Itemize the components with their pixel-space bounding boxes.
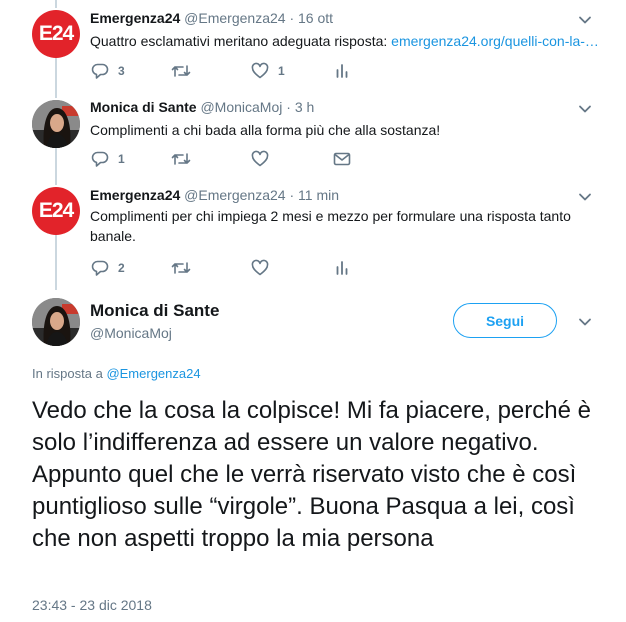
- tweet-text: Complimenti per chi impiega 2 mesi e mez…: [90, 208, 571, 244]
- author-name[interactable]: Emergenza24: [90, 10, 180, 26]
- heart-icon: [251, 62, 269, 79]
- chevron-down-icon[interactable]: [578, 13, 592, 27]
- tweet-text: Complimenti a chi bada alla forma più ch…: [90, 122, 441, 138]
- retweet-icon: [171, 65, 191, 77]
- reply-icon: [91, 151, 109, 167]
- heart-icon: [251, 259, 269, 276]
- avatar-logo-text: E24: [38, 22, 74, 45]
- tweet-header: Monica di Sante @MonicaMoj · 3 h: [90, 99, 314, 115]
- reply-count: 1: [118, 152, 125, 166]
- tweet-link[interactable]: emergenza24.org/quelli-con-la-…: [391, 33, 599, 49]
- author-handle[interactable]: @Emergenza24: [184, 10, 285, 26]
- chevron-down-icon[interactable]: [578, 315, 592, 329]
- reply-handle-link[interactable]: @Emergenza24: [106, 366, 200, 381]
- main-author-handle[interactable]: @MonicaMoj: [90, 325, 172, 341]
- tweet-text-body: Quattro esclamativi meritano adeguata ri…: [90, 33, 392, 49]
- tweet-time[interactable]: 3 h: [295, 99, 314, 115]
- message-button[interactable]: [332, 149, 352, 169]
- like-button[interactable]: [250, 258, 270, 278]
- tweet[interactable]: E24 Emergenza24 @Emergenza24 · 16 ott Qu…: [0, 0, 626, 90]
- follow-button[interactable]: Segui: [453, 303, 557, 338]
- author-handle[interactable]: @Emergenza24: [184, 187, 285, 203]
- retweet-icon: [171, 153, 191, 165]
- reply-icon: [91, 260, 109, 276]
- reply-icon: [91, 63, 109, 79]
- analytics-icon: [336, 64, 348, 78]
- analytics-button[interactable]: [332, 61, 352, 81]
- like-button[interactable]: [250, 149, 270, 169]
- retweet-button[interactable]: [170, 258, 192, 278]
- main-author-name[interactable]: Monica di Sante: [90, 301, 219, 321]
- reply-button[interactable]: 3: [90, 61, 125, 81]
- analytics-button[interactable]: [332, 258, 352, 278]
- chevron-down-icon[interactable]: [578, 102, 592, 116]
- profile-photo: [32, 298, 80, 346]
- tweet-header: Emergenza24 @Emergenza24 · 16 ott: [90, 10, 333, 26]
- message-icon: [333, 152, 351, 166]
- avatar-logo-text: E24: [38, 199, 74, 222]
- separator-dot: ·: [286, 99, 291, 115]
- avatar[interactable]: [32, 100, 80, 148]
- author-name[interactable]: Emergenza24: [90, 187, 180, 203]
- separator-dot: ·: [289, 10, 295, 26]
- tweet-text: Quattro esclamativi meritano adeguata ri…: [90, 31, 610, 51]
- profile-photo: [32, 100, 80, 148]
- reply-button[interactable]: 2: [90, 258, 125, 278]
- retweet-button[interactable]: [170, 61, 192, 81]
- reply-context: In risposta a @Emergenza24: [32, 366, 201, 381]
- tweet-timestamp[interactable]: 23:43 - 23 dic 2018: [32, 597, 152, 613]
- reply-prefix: In risposta a: [32, 366, 107, 381]
- reply-button[interactable]: 1: [90, 149, 125, 169]
- analytics-icon: [336, 261, 348, 275]
- retweet-icon: [171, 262, 191, 274]
- tweet[interactable]: E24 Emergenza24 @Emergenza24 · 11 min Co…: [0, 180, 626, 290]
- reply-count: 3: [118, 64, 125, 78]
- tweet-header: Emergenza24 @Emergenza24 · 11 min: [90, 187, 339, 203]
- retweet-button[interactable]: [170, 149, 192, 169]
- separator-dot: ·: [289, 187, 295, 203]
- author-handle[interactable]: @MonicaMoj: [200, 99, 282, 115]
- chevron-down-icon[interactable]: [578, 190, 592, 204]
- avatar[interactable]: E24: [32, 10, 80, 58]
- heart-icon: [251, 150, 269, 167]
- tweet-time[interactable]: 11 min: [298, 187, 339, 203]
- avatar[interactable]: E24: [32, 187, 80, 235]
- like-button[interactable]: 1: [250, 61, 285, 81]
- author-name[interactable]: Monica di Sante: [90, 99, 197, 115]
- tweet[interactable]: Monica di Sante @MonicaMoj · 3 h Complim…: [0, 90, 626, 180]
- reply-count: 2: [118, 261, 125, 275]
- like-count: 1: [278, 64, 285, 78]
- avatar[interactable]: [32, 298, 80, 346]
- main-tweet-text: Vedo che la cosa la colpisce! Mi fa piac…: [32, 397, 591, 552]
- tweet-time[interactable]: 16 ott: [298, 10, 333, 26]
